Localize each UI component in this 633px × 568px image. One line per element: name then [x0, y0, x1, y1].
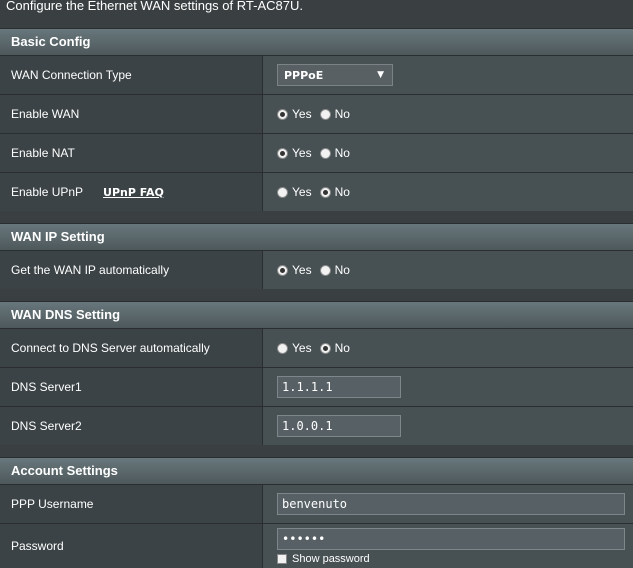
- section-spacer: [0, 211, 633, 223]
- basic-config-header: Basic Config: [0, 28, 633, 55]
- account-header: Account Settings: [0, 457, 633, 484]
- dns-server2-row: DNS Server2 1.0.0.1: [0, 406, 633, 445]
- enable-nat-label: Enable NAT: [0, 134, 263, 172]
- ppp-username-cell: benvenuto: [263, 485, 633, 523]
- dns-server2-input[interactable]: 1.0.0.1: [277, 415, 401, 437]
- radio-yes-label: Yes: [292, 341, 312, 355]
- radio-yes-label: Yes: [292, 185, 312, 199]
- show-password-checkbox[interactable]: [277, 554, 287, 564]
- upnp-faq-link[interactable]: UPnP FAQ: [103, 186, 164, 199]
- password-input[interactable]: ••••••: [277, 528, 625, 550]
- radio-no-label: No: [334, 341, 350, 355]
- radio-no-label: No: [334, 185, 350, 199]
- password-row: Password •••••• Show password: [0, 523, 633, 568]
- page-intro: Configure the Ethernet WAN settings of R…: [0, 0, 633, 28]
- enable-wan-row: Enable WAN Yes No: [0, 94, 633, 133]
- ppp-username-row: PPP Username benvenuto: [0, 484, 633, 523]
- radio-checked-icon: [319, 342, 331, 354]
- auto-dns-yes-radio[interactable]: Yes: [277, 341, 312, 355]
- enable-nat-cell: Yes No: [263, 134, 633, 172]
- password-wrap: •••••• Show password: [277, 528, 625, 564]
- auto-dns-label: Connect to DNS Server automatically: [0, 329, 263, 367]
- auto-dns-cell: Yes No: [263, 329, 633, 367]
- dns-server1-cell: 1.1.1.1: [263, 368, 633, 406]
- show-password-label: Show password: [292, 554, 370, 564]
- wan-connection-type-row: WAN Connection Type PPPoE ▼: [0, 55, 633, 94]
- radio-checked-icon: [319, 186, 331, 198]
- basic-config-section: Basic Config WAN Connection Type PPPoE ▼…: [0, 28, 633, 211]
- radio-checked-icon: [277, 108, 288, 120]
- wan-connection-type-cell: PPPoE ▼: [263, 56, 633, 94]
- radio-yes-label: Yes: [292, 107, 312, 121]
- account-section: Account Settings PPP Username benvenuto …: [0, 457, 633, 568]
- section-spacer: [0, 445, 633, 457]
- section-spacer: [0, 289, 633, 301]
- radio-checked-icon: [277, 147, 288, 159]
- wan-connection-type-value: PPPoE: [284, 68, 324, 82]
- enable-wan-no-radio[interactable]: No: [319, 107, 350, 121]
- enable-wan-yes-radio[interactable]: Yes: [277, 107, 312, 121]
- auto-wan-ip-radio-group: Yes No: [277, 263, 358, 277]
- enable-nat-no-radio[interactable]: No: [319, 146, 350, 160]
- wan-connection-type-label: WAN Connection Type: [0, 56, 263, 94]
- enable-wan-cell: Yes No: [263, 95, 633, 133]
- wan-ip-header: WAN IP Setting: [0, 223, 633, 250]
- auto-dns-radio-group: Yes No: [277, 341, 358, 355]
- dns-server2-label: DNS Server2: [0, 407, 263, 445]
- radio-unchecked-icon: [277, 186, 288, 198]
- auto-dns-row: Connect to DNS Server automatically Yes …: [0, 328, 633, 367]
- enable-upnp-no-radio[interactable]: No: [319, 185, 350, 199]
- enable-nat-radio-group: Yes No: [277, 146, 358, 160]
- wan-dns-header: WAN DNS Setting: [0, 301, 633, 328]
- enable-upnp-radio-group: Yes No: [277, 185, 358, 199]
- dropdown-arrow-icon: ▼: [377, 70, 384, 80]
- wan-connection-type-select[interactable]: PPPoE ▼: [277, 64, 393, 86]
- wan-ip-section: WAN IP Setting Get the WAN IP automatica…: [0, 223, 633, 289]
- radio-yes-label: Yes: [292, 263, 312, 277]
- auto-wan-ip-row: Get the WAN IP automatically Yes No: [0, 250, 633, 289]
- enable-upnp-yes-radio[interactable]: Yes: [277, 185, 312, 199]
- enable-nat-yes-radio[interactable]: Yes: [277, 146, 312, 160]
- radio-unchecked-icon: [319, 108, 331, 120]
- radio-no-label: No: [334, 107, 350, 121]
- show-password-row: Show password: [277, 554, 625, 564]
- enable-upnp-label-cell: Enable UPnP UPnP FAQ: [0, 173, 263, 211]
- ppp-username-input[interactable]: benvenuto: [277, 493, 625, 515]
- password-label: Password: [0, 524, 263, 568]
- auto-wan-ip-yes-radio[interactable]: Yes: [277, 263, 312, 277]
- intro-text: Configure the Ethernet WAN settings of R…: [6, 0, 303, 13]
- radio-yes-label: Yes: [292, 146, 312, 160]
- auto-wan-ip-cell: Yes No: [263, 251, 633, 289]
- enable-upnp-label: Enable UPnP: [11, 185, 84, 199]
- dns-server2-cell: 1.0.0.1: [263, 407, 633, 445]
- dns-server1-label: DNS Server1: [0, 368, 263, 406]
- enable-upnp-cell: Yes No: [263, 173, 633, 211]
- radio-unchecked-icon: [277, 342, 288, 354]
- enable-upnp-row: Enable UPnP UPnP FAQ Yes No: [0, 172, 633, 211]
- wan-dns-section: WAN DNS Setting Connect to DNS Server au…: [0, 301, 633, 445]
- dns-server1-input[interactable]: 1.1.1.1: [277, 376, 401, 398]
- ppp-username-label: PPP Username: [0, 485, 263, 523]
- password-cell: •••••• Show password: [263, 524, 633, 568]
- enable-wan-radio-group: Yes No: [277, 107, 358, 121]
- radio-unchecked-icon: [319, 147, 331, 159]
- radio-checked-icon: [277, 264, 288, 276]
- enable-nat-row: Enable NAT Yes No: [0, 133, 633, 172]
- dns-server1-row: DNS Server1 1.1.1.1: [0, 367, 633, 406]
- radio-unchecked-icon: [319, 264, 331, 276]
- enable-wan-label: Enable WAN: [0, 95, 263, 133]
- radio-no-label: No: [334, 146, 350, 160]
- auto-dns-no-radio[interactable]: No: [319, 341, 350, 355]
- auto-wan-ip-label: Get the WAN IP automatically: [0, 251, 263, 289]
- auto-wan-ip-no-radio[interactable]: No: [319, 263, 350, 277]
- radio-no-label: No: [334, 263, 350, 277]
